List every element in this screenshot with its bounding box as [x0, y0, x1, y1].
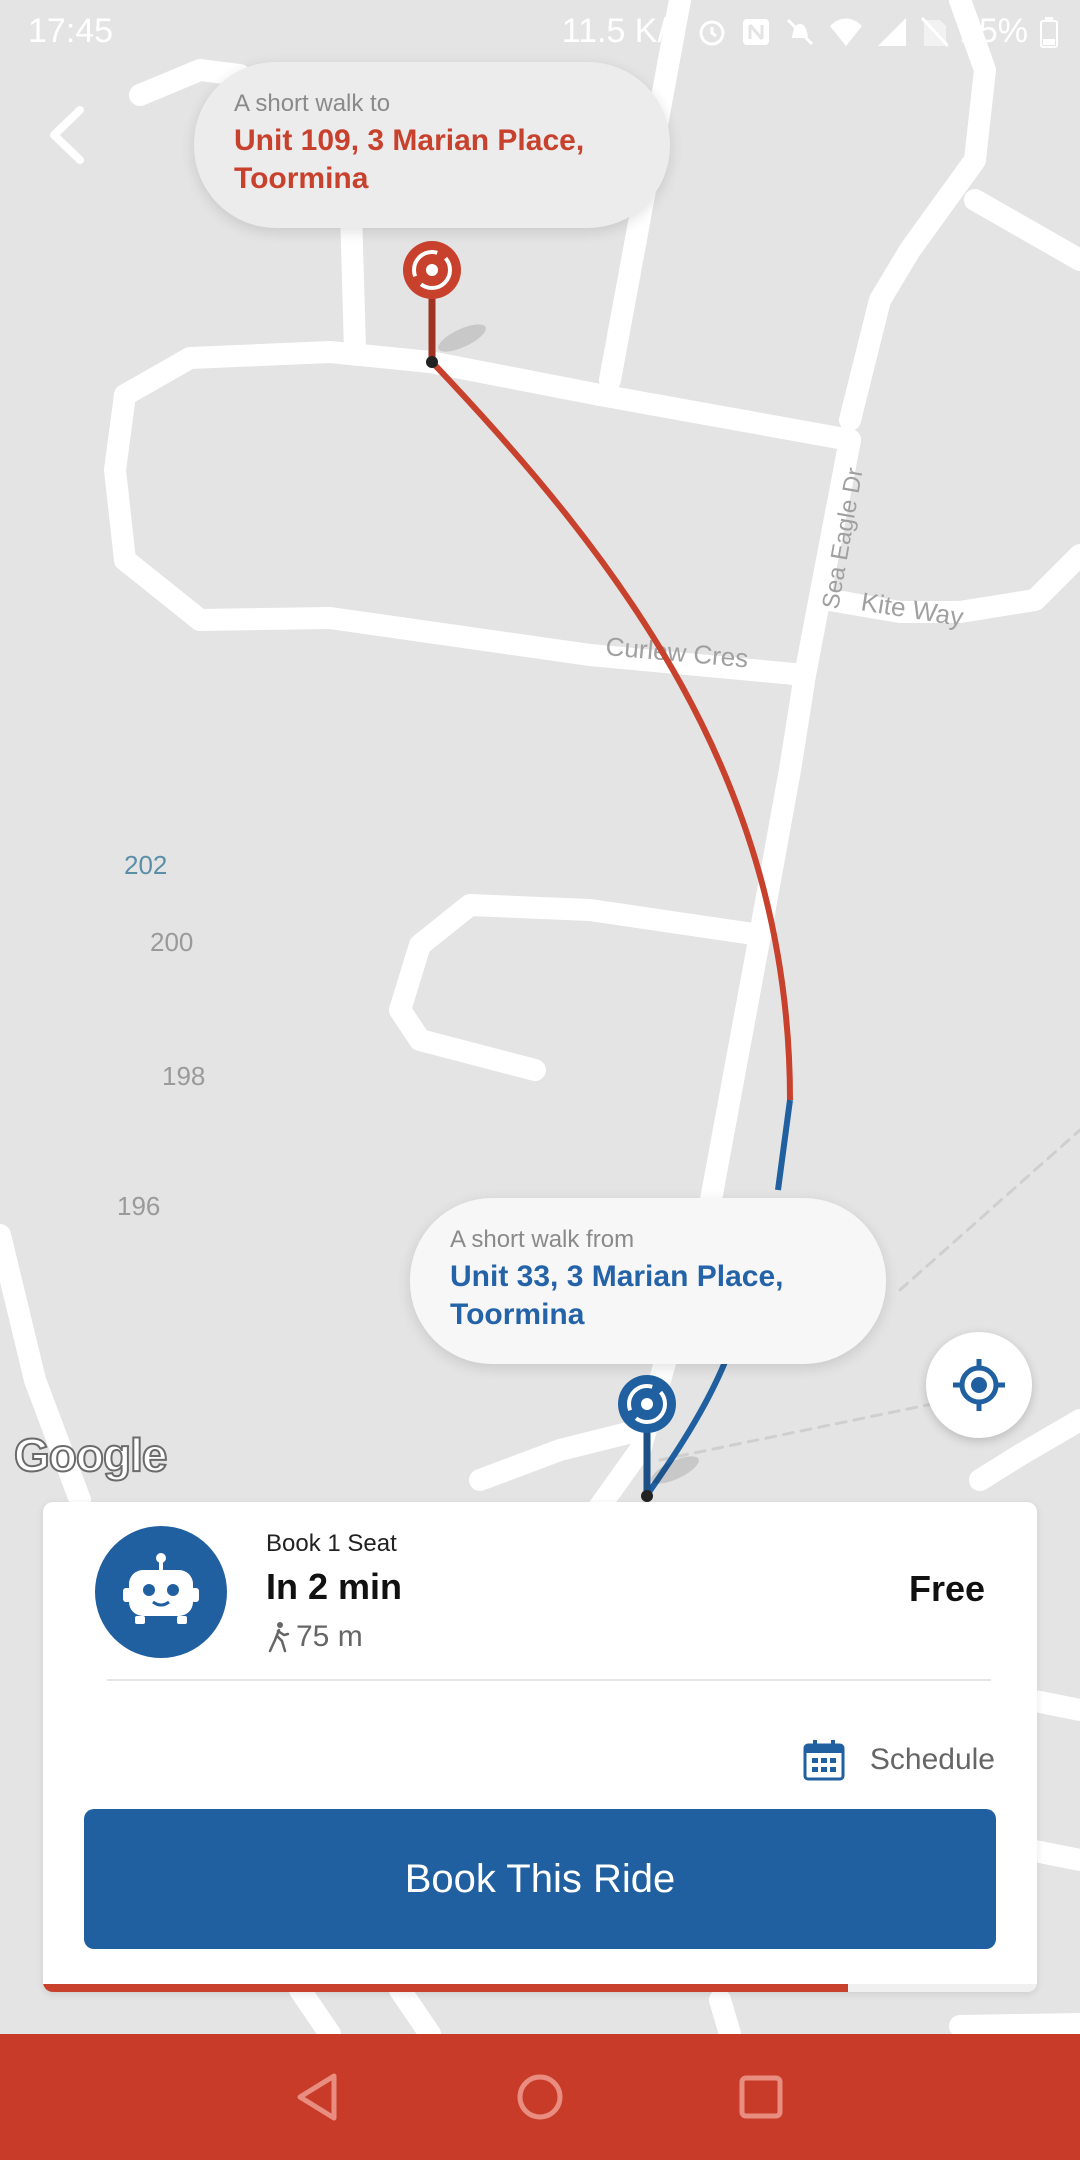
destination-address-line2: Toormina: [234, 162, 369, 195]
origin-address-line2: Toormina: [450, 1298, 585, 1331]
no-sim-icon: [920, 16, 948, 47]
google-logo: Google: [13, 1428, 168, 1482]
destination-subtitle: A short walk to: [234, 90, 391, 117]
crosshair-icon: [953, 1359, 1005, 1411]
ride-card: Book 1 Seat In 2 min 75 m Free Schedule …: [43, 1502, 1037, 1992]
wifi-icon: [829, 18, 862, 46]
robot-shuttle-icon: [123, 1553, 199, 1624]
calendar-icon: [803, 1740, 845, 1781]
destination-callout[interactable]: A short walk to Unit 109, 3 Marian Place…: [194, 62, 670, 228]
nav-home-button[interactable]: [507, 2064, 573, 2130]
nav-back-button[interactable]: [286, 2064, 352, 2130]
origin-address-line1: Unit 33, 3 Marian Place,: [450, 1260, 784, 1293]
card-divider: [107, 1679, 991, 1681]
mute-icon: [786, 18, 813, 45]
circle-home-icon: [517, 2074, 563, 2120]
back-button[interactable]: [40, 100, 100, 170]
schedule-label: Schedule: [869, 1743, 995, 1776]
status-time: 17:45: [28, 12, 114, 50]
seat-count-label: Book 1 Seat: [266, 1530, 397, 1557]
signal-icon: [877, 17, 906, 46]
origin-subtitle: A short walk from: [450, 1226, 635, 1253]
origin-callout[interactable]: A short walk from Unit 33, 3 Marian Plac…: [410, 1198, 886, 1364]
book-ride-button[interactable]: Book This Ride: [84, 1809, 996, 1949]
triangle-back-icon: [297, 2073, 337, 2121]
house-number-202: 202: [124, 850, 168, 880]
square-recents-icon: [739, 2075, 783, 2119]
chevron-left-icon: [50, 106, 84, 164]
network-speed: 11.5 K/s: [561, 12, 684, 50]
house-number-200: 200: [150, 927, 194, 957]
my-location-button[interactable]: [926, 1332, 1032, 1438]
progress-fill: [43, 1984, 849, 1992]
destination-address-line1: Unit 109, 3 Marian Place,: [234, 124, 585, 157]
walk-distance: 75 m: [266, 1620, 363, 1654]
vehicle-avatar: [95, 1526, 227, 1658]
nfc-icon: [742, 18, 769, 45]
nav-recents-button[interactable]: [728, 2064, 794, 2130]
alarm-icon: [699, 20, 725, 45]
house-number-196: 196: [117, 1191, 161, 1221]
battery-icon: [1040, 16, 1058, 48]
walk-distance-value: 75 m: [296, 1620, 363, 1653]
system-nav-bar: [0, 2034, 1080, 2160]
house-number-198: 198: [162, 1061, 206, 1091]
battery-percent: 25%: [959, 12, 1028, 50]
schedule-button[interactable]: Schedule: [802, 1738, 995, 1782]
progress-track: [43, 1984, 1037, 1992]
price-label: Free: [908, 1568, 985, 1609]
status-bar: 17:45 11.5 K/s 25%: [0, 0, 1080, 66]
eta-label: In 2 min: [266, 1566, 403, 1607]
walking-icon: [268, 1622, 290, 1653]
